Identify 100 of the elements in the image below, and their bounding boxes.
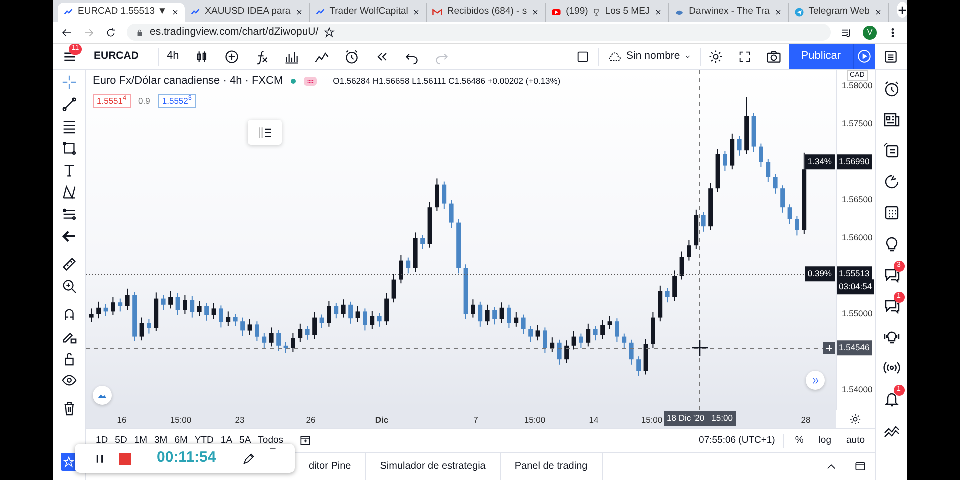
candlestick	[449, 200, 454, 229]
checkbox-icon[interactable]	[576, 50, 590, 64]
time-label: 7	[474, 414, 478, 427]
media-queue-icon[interactable]	[841, 26, 853, 38]
close-icon[interactable]	[412, 8, 422, 17]
candlestick	[593, 326, 598, 342]
scale-button[interactable]: %	[791, 434, 808, 448]
crosshair-icon[interactable]	[60, 74, 78, 91]
browser-tab[interactable]: XAUUSD IDEA para	[185, 3, 310, 22]
candlestick	[190, 296, 195, 318]
close-icon[interactable]	[874, 8, 883, 17]
panel-tab[interactable]: Panel de trading	[500, 453, 603, 480]
lines-icon[interactable]	[60, 206, 78, 223]
candlestick	[442, 181, 447, 210]
newspaper-icon[interactable]	[882, 111, 900, 129]
scale-button[interactable]: auto	[842, 434, 869, 448]
browser-tab[interactable]: Darwinex - The Tra	[669, 3, 789, 22]
candlestick	[514, 312, 519, 328]
change-percent-tag: 0.39%	[804, 266, 835, 282]
play-button[interactable]	[853, 44, 875, 69]
watchlist-icon[interactable]	[883, 48, 899, 64]
alarm-clock-icon[interactable]	[344, 48, 360, 64]
time-label: 15:00	[170, 414, 192, 427]
candlestick	[276, 330, 281, 352]
settings-icon[interactable]	[849, 412, 862, 426]
stop-icon[interactable]	[119, 452, 131, 464]
profile-avatar[interactable]: V	[863, 26, 877, 40]
candlestick	[500, 302, 504, 324]
settings-icon[interactable]	[708, 48, 724, 64]
publish-button[interactable]: Publicar	[789, 44, 853, 69]
layout-name-button[interactable]: Sin nombre	[598, 48, 700, 64]
range-button[interactable]: 1A	[220, 434, 233, 448]
tab-title: (199)	[566, 5, 588, 20]
candlestick	[564, 340, 569, 364]
candlestick	[305, 326, 310, 340]
candlestick	[687, 240, 692, 262]
date-range-icon[interactable]	[298, 434, 312, 447]
symbol-button[interactable]: EURCAD	[86, 48, 158, 64]
range-button[interactable]: Todos	[258, 434, 284, 448]
close-icon[interactable]	[531, 8, 540, 17]
close-icon[interactable]	[774, 8, 783, 17]
range-button[interactable]: YTD	[194, 434, 214, 448]
browser-tab[interactable]: Telegram Web	[788, 3, 889, 22]
scale-button[interactable]: log	[814, 434, 836, 448]
candlestick	[370, 310, 375, 330]
candlestick	[262, 332, 267, 349]
pie-icon[interactable]	[882, 173, 900, 191]
arrow-left-icon[interactable]	[60, 228, 78, 245]
pen-icon[interactable]	[242, 452, 256, 466]
logo-button[interactable]	[93, 386, 112, 405]
browser-tab[interactable]: Recibidos (684) - s	[427, 3, 546, 22]
trophy-icon	[592, 8, 602, 17]
range-button[interactable]: 6M	[174, 434, 188, 448]
close-icon[interactable]	[654, 8, 664, 17]
bookmark-star-icon[interactable]	[324, 27, 335, 38]
add-circle-icon[interactable]	[224, 48, 240, 64]
rectangle-icon[interactable]	[60, 140, 78, 157]
alarm-clock-icon[interactable]	[882, 80, 900, 98]
candlestick	[219, 305, 224, 328]
browser-tab[interactable]: (199) Los 5 MEJ	[546, 3, 670, 22]
calendar-icon[interactable]	[882, 204, 900, 222]
panel-tab[interactable]: Simulador de estrategia	[366, 453, 501, 480]
browser-tab[interactable]: EURCAD 1.55513 ▼	[58, 3, 186, 22]
close-icon[interactable]	[294, 8, 304, 17]
interval-button[interactable]: 4h	[159, 48, 188, 65]
candlestick	[212, 302, 216, 320]
range-button[interactable]: 3M	[154, 434, 168, 448]
maximize-icon[interactable]	[854, 460, 867, 473]
scroll-to-latest-button[interactable]	[806, 371, 825, 390]
time-label: 16	[117, 414, 127, 427]
floating-toolbar[interactable]	[248, 120, 282, 145]
crosshair-cursor-icon	[691, 339, 709, 357]
browser-tab[interactable]: Trader WolfCapital	[310, 3, 428, 22]
add-alert-button[interactable]	[823, 342, 835, 354]
pattern-icon[interactable]	[60, 184, 78, 201]
candlestick	[536, 324, 540, 342]
list-icon[interactable]	[882, 142, 900, 160]
mail-favicon-icon	[432, 7, 444, 18]
lock-icon	[135, 28, 145, 38]
sell-price-button[interactable]: 1.5551$^{4}$	[93, 94, 131, 108]
double-chevron-icon	[810, 376, 820, 386]
address-field[interactable]: es.tradingview.com/chart/dZiwopuU/	[127, 24, 831, 41]
trend-line-icon[interactable]	[60, 96, 78, 113]
candlestick	[226, 311, 231, 327]
range-button[interactable]: 1M	[134, 434, 148, 448]
new-tab-icon[interactable]	[896, 4, 907, 16]
close-icon[interactable]	[171, 8, 180, 17]
reload-icon[interactable]	[105, 26, 117, 38]
camera-icon[interactable]	[766, 48, 782, 64]
fullscreen-icon[interactable]	[738, 50, 752, 64]
candlestick	[543, 327, 548, 354]
range-button[interactable]: 1D	[96, 434, 108, 448]
range-button[interactable]: 5D	[115, 434, 128, 448]
zoom-in-icon[interactable]	[60, 278, 78, 295]
buy-price-button[interactable]: 1.5552$^{3}$	[158, 94, 196, 108]
back-icon[interactable]	[61, 26, 73, 38]
candlestick	[435, 178, 440, 212]
candlestick	[615, 318, 620, 343]
range-button[interactable]: 5A	[240, 434, 252, 448]
ruler-icon[interactable]	[60, 256, 78, 273]
